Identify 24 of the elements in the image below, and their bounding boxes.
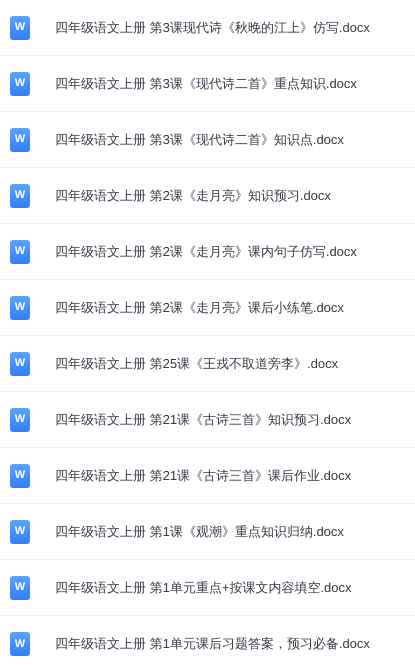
file-name[interactable]: 四年级语文上册 第21课《古诗三首》知识预习.docx — [55, 410, 352, 430]
word-file-icon: W — [10, 408, 30, 432]
file-name[interactable]: 四年级语文上册 第21课《古诗三首》课后作业.docx — [55, 466, 352, 486]
word-file-icon: W — [10, 128, 30, 152]
file-name[interactable]: 四年级语文上册 第3课现代诗《秋晚的江上》仿写.docx — [55, 18, 370, 38]
word-file-icon: W — [10, 184, 30, 208]
file-name[interactable]: 四年级语文上册 第1课《观潮》重点知识归纳.docx — [55, 522, 344, 542]
file-name[interactable]: 四年级语文上册 第2课《走月亮》课后小练笔.docx — [55, 298, 344, 318]
word-file-icon: W — [10, 296, 30, 320]
word-file-icon: W — [10, 520, 30, 544]
file-name[interactable]: 四年级语文上册 第2课《走月亮》课内句子仿写.docx — [55, 242, 357, 262]
word-file-icon: W — [10, 352, 30, 376]
file-name[interactable]: 四年级语文上册 第1单元课后习题答案，预习必备.docx — [55, 634, 370, 654]
word-file-icon: W — [10, 72, 30, 96]
word-file-icon: W — [10, 16, 30, 40]
word-file-icon: W — [10, 576, 30, 600]
file-name[interactable]: 四年级语文上册 第25课《王戎不取道旁李》.docx — [55, 354, 338, 374]
file-name[interactable]: 四年级语文上册 第1单元重点+按课文内容填空.docx — [55, 578, 352, 598]
file-name[interactable]: 四年级语文上册 第3课《现代诗二首》知识点.docx — [55, 130, 344, 150]
file-name[interactable]: 四年级语文上册 第2课《走月亮》知识预习.docx — [55, 186, 331, 206]
word-file-icon: W — [10, 240, 30, 264]
word-file-icon: W — [10, 632, 30, 656]
word-file-icon: W — [10, 464, 30, 488]
file-name[interactable]: 四年级语文上册 第3课《现代诗二首》重点知识.docx — [55, 74, 357, 94]
